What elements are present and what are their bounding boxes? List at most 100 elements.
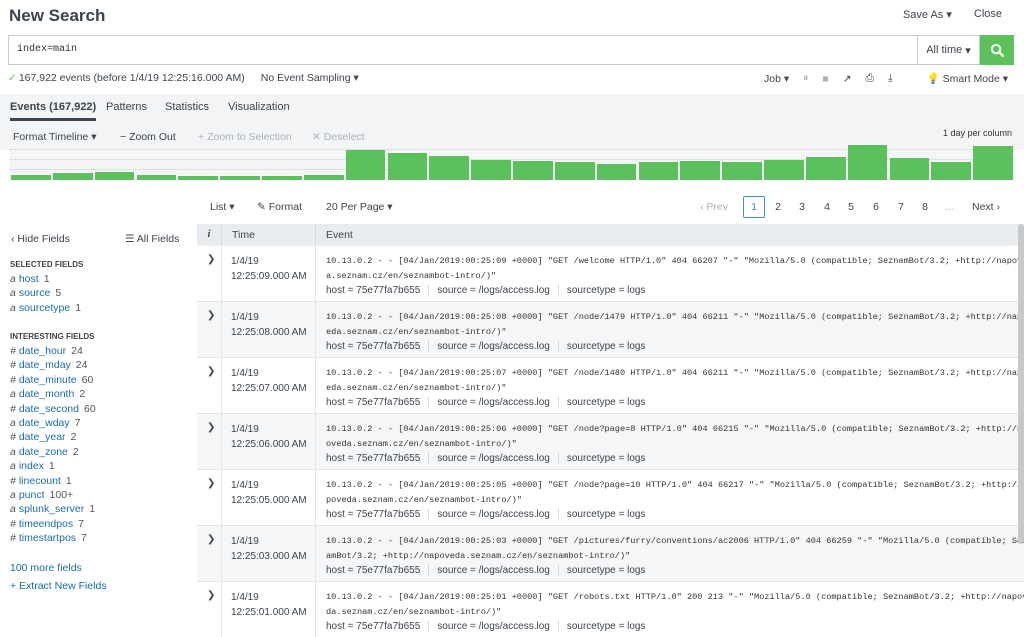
- field-linecount[interactable]: # linecount 1: [10, 475, 72, 487]
- source-field[interactable]: source = /logs/access.log: [428, 509, 558, 520]
- sourcetype-field[interactable]: sourcetype = logs: [557, 397, 654, 408]
- timeline-histogram[interactable]: [10, 142, 1014, 180]
- histogram-bar[interactable]: [513, 161, 553, 180]
- page-1[interactable]: 1: [743, 196, 765, 218]
- page-4[interactable]: 4: [818, 201, 836, 213]
- histogram-bar[interactable]: [680, 161, 721, 180]
- prev-page-button[interactable]: ‹ Prev: [700, 201, 728, 213]
- page-8[interactable]: 8: [916, 201, 934, 213]
- more-fields-link[interactable]: 100 more fields: [10, 562, 82, 574]
- share-icon[interactable]: ↗: [843, 73, 852, 85]
- time-range-picker[interactable]: All time ▾: [917, 35, 980, 65]
- host-field[interactable]: host = 75e77fa7b655: [326, 341, 428, 352]
- histogram-bar[interactable]: [596, 163, 637, 180]
- format-menu[interactable]: ✎ Format: [257, 201, 302, 213]
- histogram-bar[interactable]: [429, 155, 470, 180]
- next-page-button[interactable]: Next ›: [972, 201, 1000, 213]
- histogram-bar[interactable]: [262, 175, 302, 180]
- time-column-header[interactable]: Time: [232, 229, 255, 241]
- host-field[interactable]: host = 75e77fa7b655: [326, 453, 428, 464]
- host-field[interactable]: host = 75e77fa7b655: [326, 509, 428, 520]
- tab-patterns[interactable]: Patterns: [106, 101, 147, 113]
- histogram-bar[interactable]: [805, 156, 846, 180]
- histogram-bar[interactable]: [847, 144, 888, 180]
- expand-chevron-icon[interactable]: ❯: [207, 478, 215, 489]
- histogram-bar[interactable]: [52, 173, 93, 180]
- field-splunk_server[interactable]: a splunk_server 1: [10, 503, 95, 515]
- sourcetype-field[interactable]: sourcetype = logs: [557, 453, 654, 464]
- job-menu[interactable]: Job ▾: [764, 73, 789, 85]
- host-field[interactable]: host = 75e77fa7b655: [326, 565, 428, 576]
- sourcetype-field[interactable]: sourcetype = logs: [557, 341, 654, 352]
- tab-statistics[interactable]: Statistics: [165, 101, 209, 113]
- expand-chevron-icon[interactable]: ❯: [207, 366, 215, 377]
- list-view-menu[interactable]: List ▾: [210, 201, 235, 213]
- field-date_zone[interactable]: a date_zone 2: [10, 446, 79, 458]
- field-date_mday[interactable]: # date_mday 24: [10, 359, 87, 371]
- sourcetype-field[interactable]: sourcetype = logs: [557, 285, 654, 296]
- source-field[interactable]: source = /logs/access.log: [428, 453, 558, 464]
- histogram-bar[interactable]: [345, 150, 386, 180]
- tab-events[interactable]: Events (167,922): [10, 101, 97, 121]
- hide-fields-button[interactable]: ‹ Hide Fields: [11, 233, 70, 245]
- source-field[interactable]: source = /logs/access.log: [428, 341, 558, 352]
- sourcetype-field[interactable]: sourcetype = logs: [557, 509, 654, 520]
- histogram-bar[interactable]: [136, 174, 177, 180]
- expand-chevron-icon[interactable]: ❯: [207, 590, 215, 601]
- histogram-bar[interactable]: [11, 174, 51, 180]
- page-6[interactable]: 6: [867, 201, 885, 213]
- field-timestartpos[interactable]: # timestartpos 7: [10, 532, 87, 544]
- all-fields-button[interactable]: ☰ All Fields: [125, 233, 179, 245]
- histogram-bar[interactable]: [178, 175, 219, 180]
- field-date_second[interactable]: # date_second 60: [10, 403, 96, 415]
- search-input[interactable]: index=main: [8, 35, 917, 65]
- histogram-bar[interactable]: [889, 158, 930, 180]
- field-date_minute[interactable]: # date_minute 60: [10, 374, 93, 386]
- field-timeendpos[interactable]: # timeendpos 7: [10, 518, 84, 530]
- extract-new-fields-link[interactable]: + Extract New Fields: [10, 580, 107, 592]
- close-link[interactable]: Close: [974, 8, 1002, 21]
- expand-chevron-icon[interactable]: ❯: [207, 254, 215, 265]
- histogram-bar[interactable]: [303, 174, 344, 180]
- histogram-bar[interactable]: [973, 146, 1013, 180]
- print-icon[interactable]: ⎙: [866, 72, 874, 85]
- page-7[interactable]: 7: [892, 201, 910, 213]
- histogram-bar[interactable]: [638, 162, 679, 180]
- histogram-bar[interactable]: [94, 171, 135, 180]
- host-field[interactable]: host = 75e77fa7b655: [326, 285, 428, 296]
- histogram-bar[interactable]: [764, 159, 804, 180]
- histogram-bar[interactable]: [387, 152, 428, 180]
- source-field[interactable]: source = /logs/access.log: [428, 285, 558, 296]
- search-button[interactable]: [980, 35, 1014, 65]
- export-icon[interactable]: ⤓: [888, 72, 893, 85]
- source-field[interactable]: source = /logs/access.log: [428, 565, 558, 576]
- field-index[interactable]: a index 1: [10, 460, 55, 472]
- sourcetype-field[interactable]: sourcetype = logs: [557, 621, 654, 632]
- pause-icon[interactable]: ⏸: [803, 72, 808, 85]
- field-host[interactable]: a host 1: [10, 273, 50, 285]
- expand-chevron-icon[interactable]: ❯: [207, 534, 215, 545]
- field-date_wday[interactable]: a date_wday 7: [10, 417, 80, 429]
- histogram-bar[interactable]: [471, 159, 511, 180]
- field-date_month[interactable]: a date_month 2: [10, 388, 85, 400]
- search-mode-menu[interactable]: 💡 Smart Mode ▾: [927, 72, 1008, 85]
- stop-icon[interactable]: ■: [822, 73, 828, 85]
- tab-visualization[interactable]: Visualization: [228, 101, 290, 113]
- histogram-bar[interactable]: [931, 162, 972, 180]
- source-field[interactable]: source = /logs/access.log: [428, 397, 558, 408]
- source-field[interactable]: source = /logs/access.log: [428, 621, 558, 632]
- field-date_year[interactable]: # date_year 2: [10, 431, 76, 443]
- field-source[interactable]: a source 5: [10, 287, 61, 299]
- host-field[interactable]: host = 75e77fa7b655: [326, 621, 428, 632]
- host-field[interactable]: host = 75e77fa7b655: [326, 397, 428, 408]
- histogram-bar[interactable]: [554, 162, 595, 180]
- histogram-bar[interactable]: [220, 175, 260, 180]
- page-5[interactable]: 5: [842, 201, 860, 213]
- save-as-menu[interactable]: Save As ▾: [903, 8, 952, 21]
- expand-chevron-icon[interactable]: ❯: [207, 422, 215, 433]
- scrollbar[interactable]: [1018, 224, 1024, 544]
- field-punct[interactable]: a punct 100+: [10, 489, 73, 501]
- event-sampling-menu[interactable]: No Event Sampling ▾: [261, 72, 359, 84]
- field-sourcetype[interactable]: a sourcetype 1: [10, 302, 81, 314]
- page-2[interactable]: 2: [769, 201, 787, 213]
